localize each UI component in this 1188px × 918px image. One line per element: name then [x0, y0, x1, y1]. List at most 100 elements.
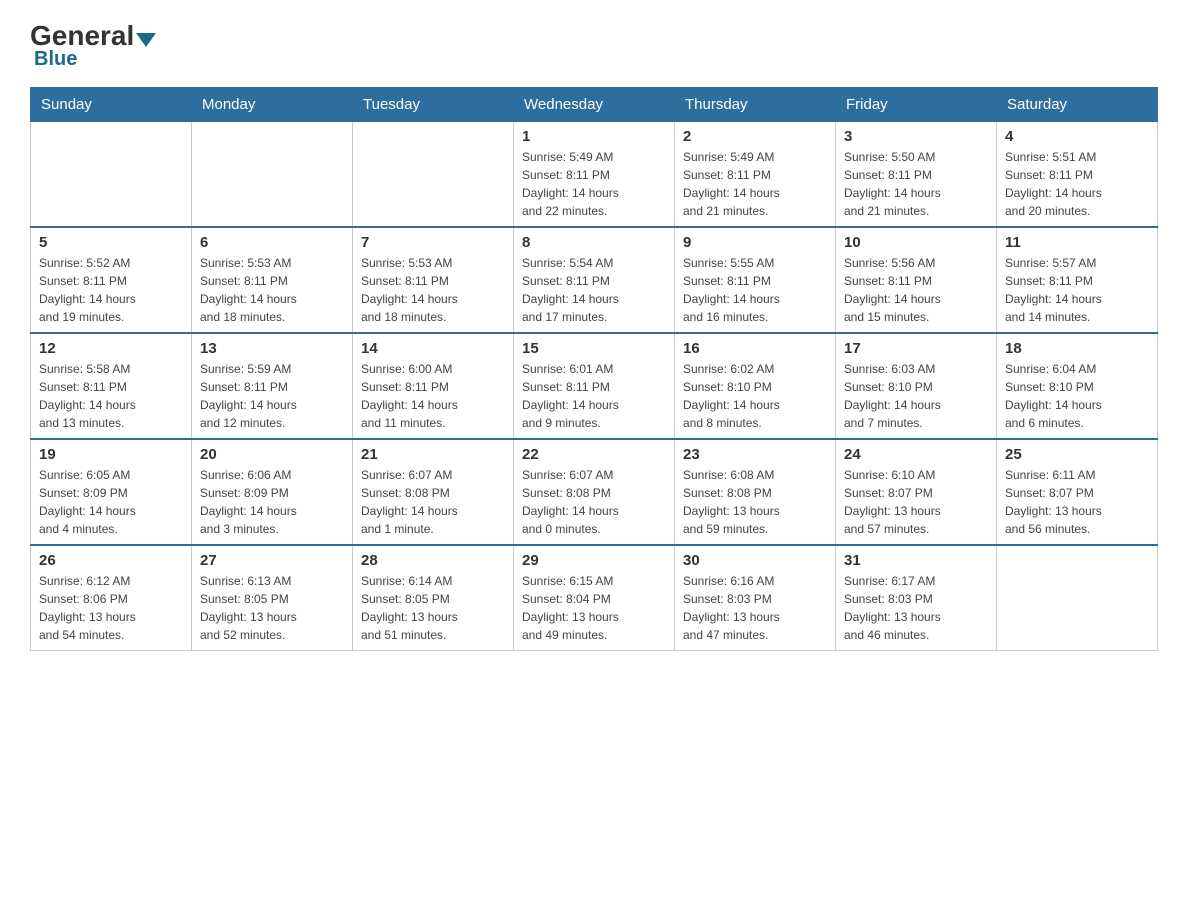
day-number: 14 [361, 340, 505, 357]
day-info: Sunrise: 5:53 AM Sunset: 8:11 PM Dayligh… [200, 254, 344, 326]
calendar-week-row: 12 Sunrise: 5:58 AM Sunset: 8:11 PM Dayli… [31, 333, 1158, 439]
day-info: Sunrise: 6:07 AM Sunset: 8:08 PM Dayligh… [361, 466, 505, 538]
day-info: Sunrise: 6:15 AM Sunset: 8:04 PM Dayligh… [522, 572, 666, 644]
day-number: 3 [844, 128, 988, 145]
day-info: Sunrise: 6:13 AM Sunset: 8:05 PM Dayligh… [200, 572, 344, 644]
day-number: 12 [39, 340, 183, 357]
calendar-cell: 29 Sunrise: 6:15 AM Sunset: 8:04 PM Dayli… [514, 545, 675, 651]
day-number: 25 [1005, 446, 1149, 463]
calendar-week-row: 5Sunrise: 5:52 AM Sunset: 8:11 PM Daylig… [31, 227, 1158, 333]
day-info: Sunrise: 6:12 AM Sunset: 8:06 PM Dayligh… [39, 572, 183, 644]
day-number: 18 [1005, 340, 1149, 357]
day-number: 20 [200, 446, 344, 463]
weekday-header-tuesday: Tuesday [353, 88, 514, 122]
calendar-cell: 1 Sunrise: 5:49 AM Sunset: 8:11 PM Daylig… [514, 122, 675, 228]
calendar-cell: 22 Sunrise: 6:07 AM Sunset: 8:08 PM Dayli… [514, 439, 675, 545]
day-number: 15 [522, 340, 666, 357]
day-number: 19 [39, 446, 183, 463]
calendar-cell: 14 Sunrise: 6:00 AM Sunset: 8:11 PM Dayli… [353, 333, 514, 439]
calendar-cell [192, 122, 353, 228]
day-info: Sunrise: 6:14 AM Sunset: 8:05 PM Dayligh… [361, 572, 505, 644]
day-number: 8 [522, 234, 666, 251]
calendar-table: SundayMondayTuesdayWednesdayThursdayFrid… [30, 87, 1158, 651]
calendar-cell: 12 Sunrise: 5:58 AM Sunset: 8:11 PM Dayli… [31, 333, 192, 439]
day-number: 10 [844, 234, 988, 251]
weekday-header-thursday: Thursday [675, 88, 836, 122]
day-info: Sunrise: 5:49 AM Sunset: 8:11 PM Dayligh… [683, 148, 827, 220]
day-info: Sunrise: 6:16 AM Sunset: 8:03 PM Dayligh… [683, 572, 827, 644]
calendar-cell: 21 Sunrise: 6:07 AM Sunset: 8:08 PM Dayli… [353, 439, 514, 545]
calendar-week-row: 19 Sunrise: 6:05 AM Sunset: 8:09 PM Dayli… [31, 439, 1158, 545]
day-number: 6 [200, 234, 344, 251]
calendar-cell: 18Sunrise: 6:04 AM Sunset: 8:10 PM Dayli… [997, 333, 1158, 439]
day-number: 13 [200, 340, 344, 357]
day-info: Sunrise: 5:59 AM Sunset: 8:11 PM Dayligh… [200, 360, 344, 432]
logo-arrow-icon [136, 33, 156, 47]
day-number: 1 [522, 128, 666, 145]
calendar-cell: 16 Sunrise: 6:02 AM Sunset: 8:10 PM Dayli… [675, 333, 836, 439]
calendar-cell: 11 Sunrise: 5:57 AM Sunset: 8:11 PM Dayli… [997, 227, 1158, 333]
calendar-week-row: 26 Sunrise: 6:12 AM Sunset: 8:06 PM Dayli… [31, 545, 1158, 651]
day-number: 16 [683, 340, 827, 357]
calendar-cell: 19 Sunrise: 6:05 AM Sunset: 8:09 PM Dayli… [31, 439, 192, 545]
day-number: 2 [683, 128, 827, 145]
calendar-cell: 28 Sunrise: 6:14 AM Sunset: 8:05 PM Dayli… [353, 545, 514, 651]
day-info: Sunrise: 5:51 AM Sunset: 8:11 PM Dayligh… [1005, 148, 1149, 220]
day-info: Sunrise: 5:54 AM Sunset: 8:11 PM Dayligh… [522, 254, 666, 326]
calendar-cell: 7 Sunrise: 5:53 AM Sunset: 8:11 PM Daylig… [353, 227, 514, 333]
day-number: 26 [39, 552, 183, 569]
weekday-header-sunday: Sunday [31, 88, 192, 122]
day-number: 4 [1005, 128, 1149, 145]
day-number: 21 [361, 446, 505, 463]
calendar-cell [353, 122, 514, 228]
day-number: 7 [361, 234, 505, 251]
weekday-header-monday: Monday [192, 88, 353, 122]
day-info: Sunrise: 5:58 AM Sunset: 8:11 PM Dayligh… [39, 360, 183, 432]
day-info: Sunrise: 6:05 AM Sunset: 8:09 PM Dayligh… [39, 466, 183, 538]
calendar-cell: 6 Sunrise: 5:53 AM Sunset: 8:11 PM Daylig… [192, 227, 353, 333]
day-number: 30 [683, 552, 827, 569]
header: General Blue [30, 20, 1158, 71]
calendar-cell: 10 Sunrise: 5:56 AM Sunset: 8:11 PM Dayli… [836, 227, 997, 333]
day-number: 29 [522, 552, 666, 569]
day-number: 28 [361, 552, 505, 569]
calendar-cell: 5Sunrise: 5:52 AM Sunset: 8:11 PM Daylig… [31, 227, 192, 333]
day-info: Sunrise: 5:53 AM Sunset: 8:11 PM Dayligh… [361, 254, 505, 326]
day-info: Sunrise: 5:57 AM Sunset: 8:11 PM Dayligh… [1005, 254, 1149, 326]
calendar-cell: 27Sunrise: 6:13 AM Sunset: 8:05 PM Dayli… [192, 545, 353, 651]
calendar-cell: 20 Sunrise: 6:06 AM Sunset: 8:09 PM Dayli… [192, 439, 353, 545]
calendar-cell: 25 Sunrise: 6:11 AM Sunset: 8:07 PM Dayli… [997, 439, 1158, 545]
day-info: Sunrise: 6:17 AM Sunset: 8:03 PM Dayligh… [844, 572, 988, 644]
day-info: Sunrise: 5:56 AM Sunset: 8:11 PM Dayligh… [844, 254, 988, 326]
day-info: Sunrise: 6:08 AM Sunset: 8:08 PM Dayligh… [683, 466, 827, 538]
calendar-cell: 24Sunrise: 6:10 AM Sunset: 8:07 PM Dayli… [836, 439, 997, 545]
day-info: Sunrise: 6:02 AM Sunset: 8:10 PM Dayligh… [683, 360, 827, 432]
weekday-header-wednesday: Wednesday [514, 88, 675, 122]
day-number: 22 [522, 446, 666, 463]
calendar-cell: 13 Sunrise: 5:59 AM Sunset: 8:11 PM Dayli… [192, 333, 353, 439]
day-info: Sunrise: 6:06 AM Sunset: 8:09 PM Dayligh… [200, 466, 344, 538]
day-info: Sunrise: 5:55 AM Sunset: 8:11 PM Dayligh… [683, 254, 827, 326]
calendar-cell [31, 122, 192, 228]
day-info: Sunrise: 6:11 AM Sunset: 8:07 PM Dayligh… [1005, 466, 1149, 538]
weekday-header-friday: Friday [836, 88, 997, 122]
calendar-week-row: 1 Sunrise: 5:49 AM Sunset: 8:11 PM Daylig… [31, 122, 1158, 228]
day-info: Sunrise: 5:50 AM Sunset: 8:11 PM Dayligh… [844, 148, 988, 220]
weekday-header-saturday: Saturday [997, 88, 1158, 122]
logo-blue-text: Blue [34, 48, 77, 71]
day-info: Sunrise: 6:01 AM Sunset: 8:11 PM Dayligh… [522, 360, 666, 432]
logo: General Blue [30, 20, 158, 71]
calendar-cell: 8 Sunrise: 5:54 AM Sunset: 8:11 PM Daylig… [514, 227, 675, 333]
weekday-header-row: SundayMondayTuesdayWednesdayThursdayFrid… [31, 88, 1158, 122]
day-number: 11 [1005, 234, 1149, 251]
day-info: Sunrise: 5:49 AM Sunset: 8:11 PM Dayligh… [522, 148, 666, 220]
calendar-cell: 3 Sunrise: 5:50 AM Sunset: 8:11 PM Daylig… [836, 122, 997, 228]
day-info: Sunrise: 6:07 AM Sunset: 8:08 PM Dayligh… [522, 466, 666, 538]
calendar-cell: 2 Sunrise: 5:49 AM Sunset: 8:11 PM Daylig… [675, 122, 836, 228]
day-info: Sunrise: 6:03 AM Sunset: 8:10 PM Dayligh… [844, 360, 988, 432]
day-info: Sunrise: 6:00 AM Sunset: 8:11 PM Dayligh… [361, 360, 505, 432]
calendar-cell: 9Sunrise: 5:55 AM Sunset: 8:11 PM Daylig… [675, 227, 836, 333]
calendar-cell: 26 Sunrise: 6:12 AM Sunset: 8:06 PM Dayli… [31, 545, 192, 651]
day-number: 5 [39, 234, 183, 251]
calendar-cell: 30 Sunrise: 6:16 AM Sunset: 8:03 PM Dayli… [675, 545, 836, 651]
